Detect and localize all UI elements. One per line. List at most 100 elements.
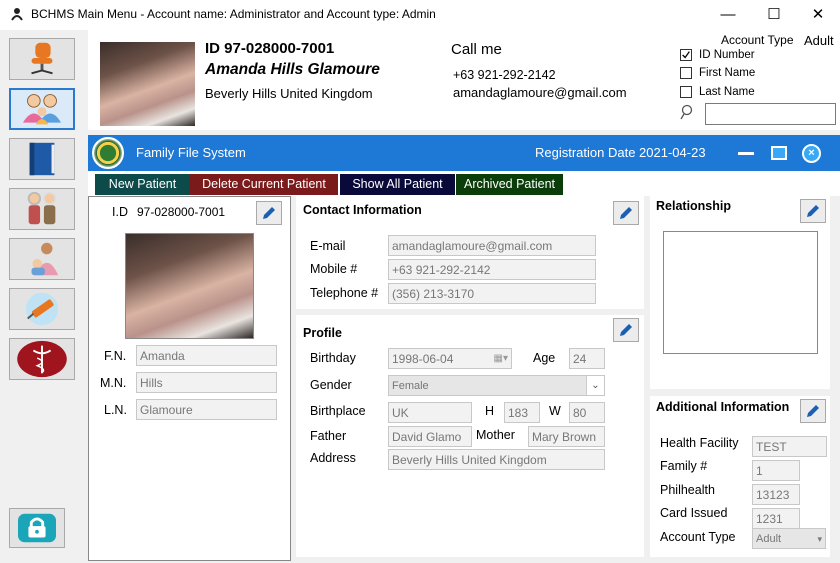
height-label: H <box>485 404 495 418</box>
profile-panel: Profile Birthday 1998-06-04 ▦▾ Age 24 Ge… <box>296 315 644 557</box>
rail-button-vaccine[interactable] <box>9 288 75 330</box>
email-field[interactable]: amandaglamoure@gmail.com <box>388 235 596 256</box>
father-label: Father <box>310 429 347 443</box>
father-field[interactable]: David Glamo <box>388 426 472 447</box>
registration-date: Registration Date 2021-04-23 <box>535 145 706 160</box>
search-input[interactable] <box>705 103 836 125</box>
birthday-picker[interactable]: 1998-06-04 ▦▾ <box>388 348 512 369</box>
rail-button-elderly[interactable] <box>9 188 75 230</box>
telephone-label: Telephone # <box>310 286 379 300</box>
edit-additional-button[interactable] <box>800 399 826 423</box>
delete-patient-button[interactable]: Delete Current Patient <box>190 174 338 195</box>
vaccine-icon <box>25 292 59 326</box>
id-number-checkbox[interactable] <box>680 49 692 61</box>
contact-title: Contact Information <box>303 203 422 217</box>
show-all-patient-button[interactable]: Show All Patient <box>340 174 455 195</box>
minimize-button[interactable]: — <box>716 5 740 25</box>
lock-button[interactable] <box>9 508 65 548</box>
weight-field[interactable]: 80 <box>569 402 605 423</box>
card-issued-label: Card Issued <box>660 506 728 520</box>
header-id: ID 97-028000-7001 <box>205 40 335 57</box>
account-type-select[interactable]: Adult ▾ <box>752 528 826 549</box>
module-maximize-button[interactable] <box>771 146 787 160</box>
header-phone: +63 921-292-2142 <box>453 68 556 82</box>
id-number-option: ID Number <box>699 49 755 61</box>
close-button[interactable]: ✕ <box>806 5 830 25</box>
edit-identity-button[interactable] <box>256 201 282 225</box>
address-field[interactable]: Beverly Hills United Kingdom <box>388 449 605 470</box>
pencil-icon <box>807 205 819 217</box>
last-name-option: Last Name <box>699 86 755 98</box>
mother-child-icon <box>31 242 59 276</box>
pencil-icon <box>263 207 275 219</box>
identity-panel: I.D 97-028000-7001 F.N. Amanda M.N. Hill… <box>88 196 291 561</box>
module-title: Family File System <box>136 145 246 160</box>
module-title-bar: Family File System Registration Date 202… <box>88 135 840 171</box>
gender-select[interactable]: Female ⌄ <box>388 375 605 396</box>
new-patient-button[interactable]: New Patient <box>95 174 190 195</box>
module-close-button[interactable]: × <box>802 144 821 163</box>
check-icon <box>682 51 690 59</box>
account-type-label: Account Type <box>721 33 794 47</box>
lock-icon <box>18 513 56 543</box>
telephone-field[interactable]: (356) 213-3170 <box>388 283 596 304</box>
chevron-down-icon: ⌄ <box>586 376 604 395</box>
edit-relationship-button[interactable] <box>800 199 826 223</box>
app-icon <box>11 8 23 21</box>
address-label: Address <box>310 451 356 465</box>
age-field[interactable]: 24 <box>569 348 605 369</box>
birthday-label: Birthday <box>310 351 356 365</box>
elderly-icon <box>27 191 57 225</box>
module-minimize-button[interactable] <box>738 152 754 155</box>
first-name-checkbox[interactable] <box>680 67 692 79</box>
health-facility-label: Health Facility <box>660 436 739 450</box>
action-tabs: New Patient Delete Current Patient Show … <box>88 171 840 196</box>
edit-contact-button[interactable] <box>613 201 639 225</box>
calendar-dropdown-icon: ▦▾ <box>493 353 508 364</box>
health-facility-field[interactable]: TEST <box>752 436 827 457</box>
mobile-label: Mobile # <box>310 262 358 276</box>
pencil-icon <box>620 207 632 219</box>
edit-profile-button[interactable] <box>613 318 639 342</box>
patient-photo <box>100 42 195 126</box>
birthday-value: 1998-06-04 <box>392 352 454 366</box>
mobile-field[interactable]: +63 921-292-2142 <box>388 259 596 280</box>
contact-panel: Contact Information E-mail amandaglamour… <box>296 196 644 309</box>
rail-button-medical[interactable] <box>9 338 75 380</box>
family-icon <box>23 94 61 125</box>
first-name-field[interactable]: Amanda <box>136 345 277 366</box>
archived-patient-button[interactable]: Archived Patient <box>456 174 563 195</box>
maximize-button[interactable]: ☐ <box>762 5 786 25</box>
mn-label: M.N. <box>100 376 127 390</box>
middle-name-field[interactable]: Hills <box>136 372 277 393</box>
id-value: 97-028000-7001 <box>137 205 226 219</box>
weight-label: W <box>549 404 561 418</box>
email-label: E-mail <box>310 239 346 253</box>
book-icon <box>29 142 55 176</box>
id-label: I.D <box>112 205 128 219</box>
rail-button-family[interactable] <box>9 88 75 130</box>
patient-photo-large <box>125 233 254 339</box>
fn-label: F.N. <box>104 349 127 363</box>
pencil-icon <box>807 405 819 417</box>
mother-field[interactable]: Mary Brown <box>528 426 605 447</box>
last-name-field[interactable]: Glamoure <box>136 399 277 420</box>
window-title: BCHMS Main Menu - Account name: Administ… <box>31 7 436 21</box>
philhealth-field[interactable]: 13123 <box>752 484 800 505</box>
header-address: Beverly Hills United Kingdom <box>205 86 373 101</box>
rail-button-chair[interactable] <box>9 38 75 80</box>
card-issued-field[interactable]: 1231 <box>752 508 800 529</box>
patient-header: ID 97-028000-7001 Amanda Hills Glamoure … <box>88 30 840 130</box>
family-number-field[interactable]: 1 <box>752 460 800 481</box>
relationship-title: Relationship <box>656 199 732 213</box>
seal-logo <box>92 137 124 169</box>
dropdown-arrow-icon: ▾ <box>817 534 822 544</box>
philhealth-label: Philhealth <box>660 483 715 497</box>
rail-button-mother-child[interactable] <box>9 238 75 280</box>
relationship-list[interactable] <box>663 231 818 354</box>
call-me-label: Call me <box>451 41 502 58</box>
birthplace-field[interactable]: UK <box>388 402 472 423</box>
rail-button-book[interactable] <box>9 138 75 180</box>
last-name-checkbox[interactable] <box>680 86 692 98</box>
height-field[interactable]: 183 <box>504 402 540 423</box>
